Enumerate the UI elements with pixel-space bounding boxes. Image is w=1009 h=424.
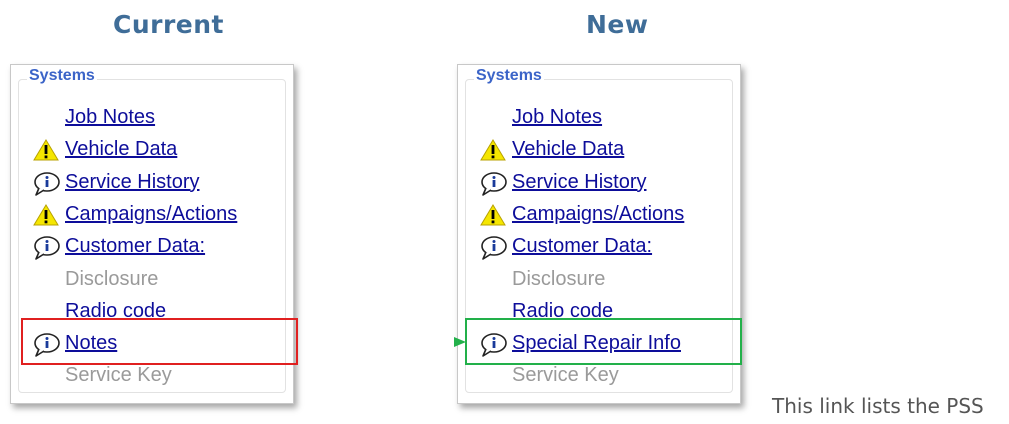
systems-item-label: Disclosure (65, 267, 159, 290)
systems-legend: Systems (27, 67, 97, 85)
systems-item-label[interactable]: Campaigns/Actions (512, 200, 684, 228)
new-item-highlight (465, 318, 742, 365)
info-icon (480, 171, 510, 196)
systems-item-label[interactable]: Job Notes (65, 103, 155, 131)
transition-arrow (298, 337, 466, 347)
current-heading: Current (113, 10, 225, 39)
systems-item-label[interactable]: Service History (65, 168, 199, 196)
systems-item-label[interactable]: Campaigns/Actions (65, 200, 237, 228)
new-heading: New (586, 10, 649, 39)
info-icon (480, 236, 510, 260)
systems-item-label[interactable]: Vehicle Data (65, 135, 177, 163)
old-item-highlight (21, 318, 298, 365)
systems-item-label[interactable]: Job Notes (512, 103, 602, 131)
systems-item-label[interactable]: Customer Data: (512, 232, 652, 260)
systems-item-label: Disclosure (512, 267, 606, 290)
info-icon (33, 171, 63, 196)
systems-item-label[interactable]: Customer Data: (65, 232, 205, 260)
warning-icon (33, 203, 63, 228)
info-icon (33, 236, 63, 260)
systems-legend: Systems (474, 67, 544, 85)
systems-item-label[interactable]: Service History (512, 168, 646, 196)
systems-item-label: Service Key (512, 364, 619, 387)
systems-item-label: Service Key (65, 364, 172, 387)
systems-item-label[interactable]: Vehicle Data (512, 135, 624, 163)
warning-icon (480, 139, 510, 163)
warning-icon (480, 203, 510, 228)
warning-icon (33, 139, 63, 163)
caption-text: This link lists the PSS (772, 394, 984, 418)
